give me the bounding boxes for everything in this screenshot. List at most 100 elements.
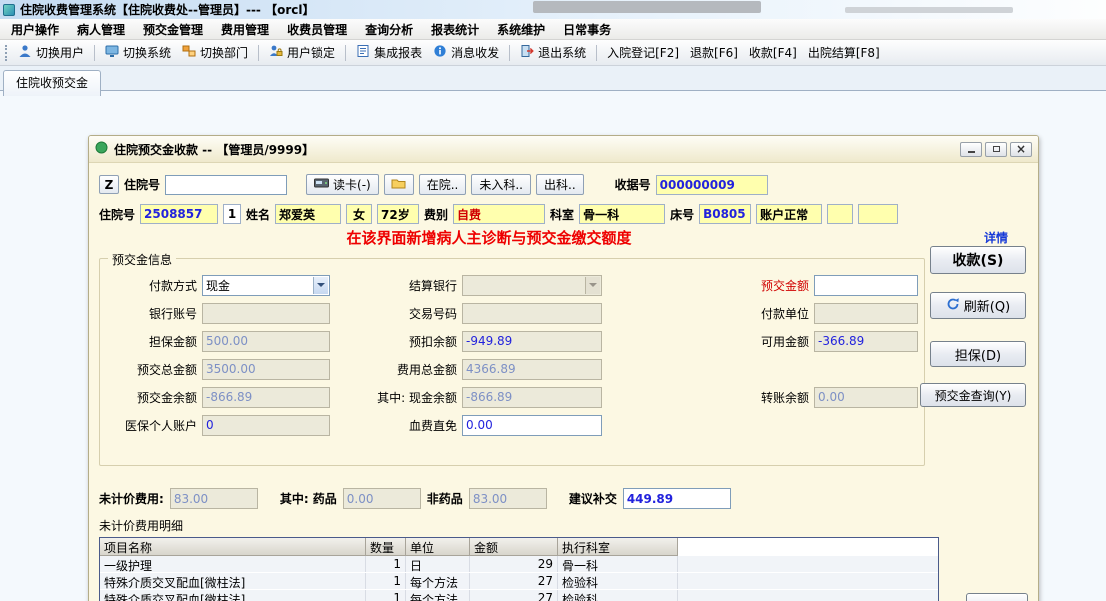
column-header-quantity[interactable]: 数量 (366, 538, 406, 556)
table-row[interactable]: 特殊介质交叉配血[微柱法] 1 每个方法 27 检验科 (100, 573, 938, 590)
read-card-button[interactable]: 读卡(-) (306, 174, 379, 195)
table-row[interactable]: 一级护理 1 日 29 骨一科 (100, 556, 938, 573)
toolbar-integrated-report-button[interactable]: 集成报表 (351, 42, 427, 63)
cell-quantity: 1 (366, 556, 406, 572)
tab-inpatient-prepay[interactable]: 住院收预交金 (3, 70, 102, 96)
out-dept-button[interactable]: 出科.. (536, 174, 584, 195)
bed-label: 床号 (670, 207, 695, 222)
switch-department-icon (182, 44, 196, 61)
grid-header-row: 项目名称 数量 单位 金额 执行科室 (100, 538, 938, 556)
trade-no-field (462, 302, 602, 324)
inpatient-no-label: 住院号 (124, 178, 161, 192)
toolbar-switch-department-button[interactable]: 切换部门 (177, 42, 253, 63)
column-header-exec-dept[interactable]: 执行科室 (558, 538, 678, 556)
obscured-window-fragment-2 (845, 7, 1013, 13)
cell-exec-dept: 检验科 (558, 590, 678, 601)
integrated-report-icon (356, 44, 370, 61)
maximize-icon (992, 146, 1000, 152)
toolbar-message-button[interactable]: 消息收发 (428, 42, 504, 63)
folder-button[interactable] (383, 174, 414, 195)
maximize-button[interactable] (985, 141, 1007, 157)
menu-patient-mgmt[interactable]: 病人管理 (68, 19, 134, 40)
detail-link[interactable]: 详情 (984, 229, 1008, 246)
dialog-window-controls (960, 141, 1032, 157)
table-row[interactable]: 特殊介质交叉配血[微柱法] 1 每个方法 27 检验科 (100, 590, 938, 601)
prepay-amount-input[interactable] (814, 274, 918, 296)
settle-bank-select (462, 274, 602, 296)
toolbar-refund-button[interactable]: 退款[F6] (685, 42, 743, 63)
in-hospital-button[interactable]: 在院.. (418, 174, 467, 195)
prepay-query-button[interactable]: 预交金查询(Y) (920, 383, 1026, 407)
withhold-balance-label: 预扣余额 (408, 334, 457, 349)
transfer-balance-label: 转账余额 (760, 390, 809, 405)
menu-fee-mgmt[interactable]: 费用管理 (212, 19, 278, 40)
pay-method-select[interactable]: 现金 (202, 274, 330, 296)
toolbar-switch-system-button[interactable]: 切换系统 (100, 42, 176, 63)
toolbar-separator (509, 44, 511, 61)
dialog-icon (95, 141, 108, 157)
menu-daily-affairs[interactable]: 日常事务 (554, 19, 620, 40)
toolbar-user-lock-button[interactable]: 用户锁定 (264, 42, 340, 63)
inpatient-no-input[interactable] (165, 174, 288, 195)
menu-query-analysis[interactable]: 查询分析 (356, 19, 422, 40)
prepay-amount-label: 预交金额 (760, 278, 809, 293)
exit-system-icon (520, 44, 534, 61)
menu-report-stats[interactable]: 报表统计 (422, 19, 488, 40)
receipt-no-label: 收据号 (614, 178, 651, 192)
toolbar-label: 入院登记[F2] (607, 46, 680, 60)
prepay-row-4: 预交总金额 3500.00 费用总金额 4366.89 (106, 355, 918, 383)
read-card-label: 读卡(-) (333, 178, 371, 192)
unpriced-non-drug-label: 非药品 (426, 492, 463, 506)
fee-total-field: 4366.89 (462, 358, 602, 380)
minimize-button[interactable] (960, 141, 982, 157)
transfer-balance-field: 0.00 (814, 386, 918, 408)
available-amount-field: -366.89 (814, 330, 918, 352)
toolbar-discharge-settle-button[interactable]: 出院结算[F8] (803, 42, 885, 63)
column-header-amount[interactable]: 金额 (470, 538, 558, 556)
menu-prepay-mgmt[interactable]: 预交金管理 (134, 19, 212, 40)
prepay-balance-label: 预交金余额 (136, 390, 197, 405)
toolbar-label: 用户锁定 (287, 46, 336, 60)
close-button[interactable] (1010, 141, 1032, 157)
partial-bottom-button[interactable] (966, 593, 1028, 601)
top-controls-row: Z 住院号 读卡(-) 在院.. 未入科.. 出科.. 收据号 00000000… (99, 174, 1028, 195)
collect-button[interactable]: 收款(S) (930, 246, 1026, 274)
prepay-row-3: 担保金额 500.00 预扣余额 -949.89 可用金额 -366.89 (106, 327, 918, 355)
toolbar: 切换用户 切换系统 切换部门 用户锁定 集成报表 消息收发 退出系统 入院登记[… (0, 40, 1106, 66)
cash-balance-label: 其中: 现金余额 (377, 390, 457, 405)
tab-bar: 住院收预交金 (0, 66, 1106, 96)
toolbar-exit-system-button[interactable]: 退出系统 (515, 42, 591, 63)
cash-balance-field: -866.89 (462, 386, 602, 408)
menu-system-maintain[interactable]: 系统维护 (488, 19, 554, 40)
column-header-unit[interactable]: 单位 (406, 538, 470, 556)
chevron-down-icon (313, 276, 328, 294)
menu-cashier-mgmt[interactable]: 收费员管理 (278, 19, 356, 40)
dept-field: 骨一科 (579, 204, 666, 224)
trade-no-label: 交易号码 (408, 306, 457, 321)
prepay-balance-field: -866.89 (202, 386, 330, 408)
age-field: 72岁 (377, 204, 420, 224)
cell-exec-dept: 检验科 (558, 573, 678, 589)
menu-user-ops[interactable]: 用户操作 (2, 19, 68, 40)
minimize-icon (967, 151, 975, 153)
unpriced-drug-label: 其中: 药品 (279, 492, 337, 506)
medicare-account-field: 0 (202, 414, 330, 436)
fee-type-field: 自费 (453, 204, 546, 224)
refresh-button[interactable]: 刷新(Q) (930, 292, 1026, 319)
not-in-dept-button[interactable]: 未入科.. (471, 174, 531, 195)
toolbar-label: 切换用户 (36, 46, 85, 60)
suggest-pay-label: 建议补交 (568, 492, 617, 506)
bank-account-label: 银行账号 (148, 306, 197, 321)
toolbar-switch-user-button[interactable]: 切换用户 (13, 42, 89, 63)
column-header-item-name[interactable]: 项目名称 (100, 538, 366, 556)
guarantee-button[interactable]: 担保(D) (930, 341, 1026, 367)
z-button[interactable]: Z (99, 175, 119, 194)
toolbar-admission-register-button[interactable]: 入院登记[F2] (602, 42, 684, 63)
patient-info-row: 住院号 2508857 1 姓名 郑爱英 女 72岁 费别 自费 科室 骨一科 … (99, 204, 1028, 224)
fee-total-label: 费用总金额 (396, 362, 457, 377)
pay-method-label: 付款方式 (148, 278, 197, 293)
switch-system-icon (105, 44, 119, 61)
toolbar-collect-button[interactable]: 收款[F4] (744, 42, 802, 63)
pay-method-value: 现金 (206, 278, 231, 293)
toolbar-grip (5, 44, 8, 61)
